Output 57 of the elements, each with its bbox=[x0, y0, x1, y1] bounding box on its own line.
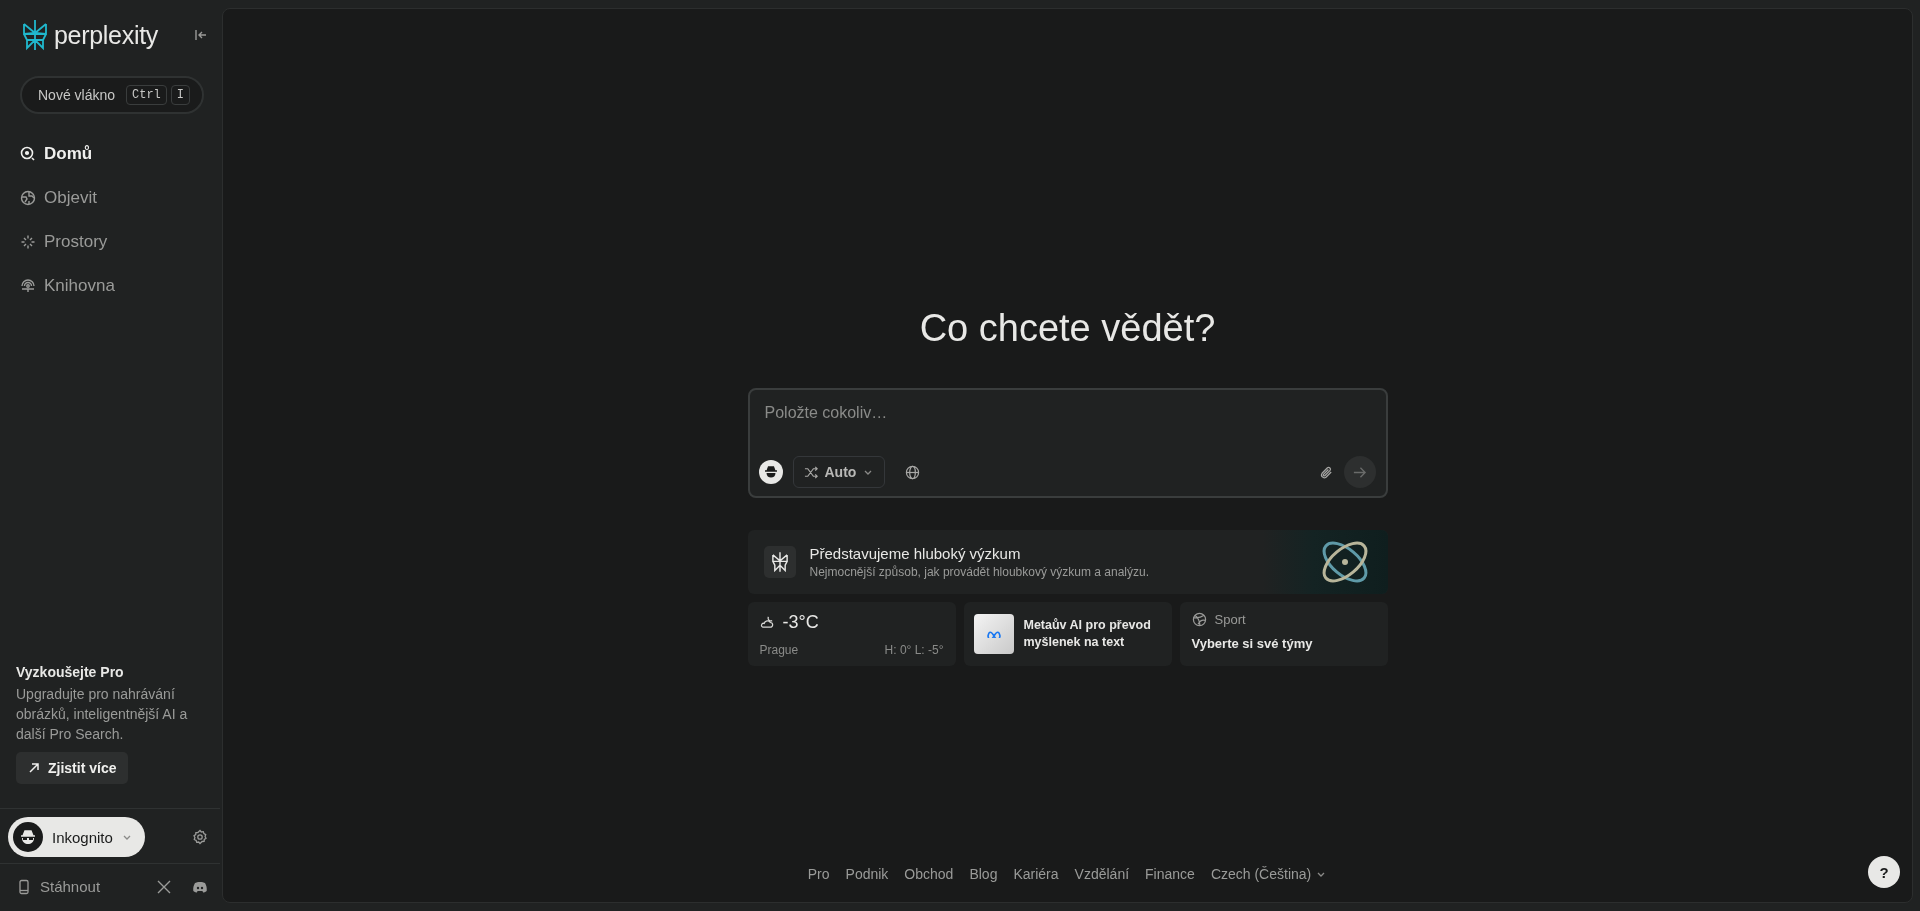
x-logo-icon[interactable] bbox=[156, 878, 172, 895]
news-title: Metaův AI pro převod myšlenek na text bbox=[1023, 617, 1152, 651]
incognito-icon[interactable] bbox=[758, 460, 783, 484]
nav-item[interactable]: Knihovna bbox=[0, 264, 220, 308]
profile-button[interactable]: Inkognito bbox=[8, 817, 145, 857]
keyboard-key: I bbox=[170, 85, 190, 105]
globe-icon[interactable] bbox=[905, 464, 921, 480]
sport-label: Sport bbox=[1214, 612, 1246, 627]
sport-title: Vyberte si své týmy bbox=[1191, 636, 1314, 651]
promo-title: Vyzkoušejte Pro bbox=[16, 664, 125, 680]
sparkle-icon bbox=[20, 234, 36, 250]
footer-link[interactable]: Blog bbox=[969, 866, 998, 882]
announcement-title: Představujeme hluboký výzkum bbox=[809, 545, 1022, 562]
search-icon bbox=[20, 146, 36, 162]
footer-link[interactable]: Obchod bbox=[904, 866, 954, 882]
ball-icon bbox=[1191, 612, 1207, 627]
mode-dropdown[interactable]: Auto bbox=[792, 456, 886, 488]
footer-link[interactable]: Vzdělání bbox=[1074, 866, 1130, 882]
keyboard-key: Ctrl bbox=[126, 85, 167, 105]
shuffle-icon bbox=[803, 464, 819, 480]
footer-link[interactable]: Pro bbox=[807, 866, 830, 882]
submit-button[interactable] bbox=[1343, 456, 1376, 488]
temperature-range: H: 0° L: -5° bbox=[884, 643, 944, 657]
page-heading: Co chcete vědět? bbox=[919, 307, 1216, 350]
logo-text: perplexity bbox=[54, 20, 158, 50]
logo-icon bbox=[20, 18, 50, 52]
help-button[interactable]: ? bbox=[1868, 856, 1900, 888]
footer-link[interactable]: Finance bbox=[1145, 866, 1195, 882]
language-selector[interactable]: Czech (Čeština) bbox=[1210, 866, 1328, 882]
nav-item[interactable]: Domů bbox=[0, 132, 220, 176]
weather-card[interactable]: -3°C Prague H: 0° L: -5° bbox=[747, 602, 956, 666]
footer-link[interactable]: Kariéra bbox=[1013, 866, 1059, 882]
temperature: -3°C bbox=[782, 612, 819, 633]
library-icon bbox=[20, 278, 36, 294]
nav-item[interactable]: Prostory bbox=[0, 220, 220, 264]
globe-icon bbox=[20, 190, 36, 206]
sport-card[interactable]: Sport Vyberte si své týmy bbox=[1179, 602, 1388, 666]
paperclip-icon[interactable] bbox=[1318, 464, 1334, 480]
learn-more-button[interactable]: Zjistit více bbox=[16, 752, 129, 784]
cloud-moon-icon bbox=[759, 615, 775, 630]
avatar-icon bbox=[12, 821, 44, 853]
announcement-subtitle: Nejmocnější způsob, jak provádět hloubkový výzkum a analýzu. bbox=[809, 565, 1150, 579]
announcement-card[interactable]: Představujeme hluboký výzkum Nejmocnější způsob, jak provádět hloubkový výzkum a analýzu. bbox=[747, 530, 1388, 594]
thumbnail-icon bbox=[973, 614, 1014, 654]
download-button[interactable]: Stáhnout bbox=[16, 878, 101, 895]
settings-icon[interactable] bbox=[192, 829, 208, 845]
news-card[interactable]: Metaův AI pro převod myšlenek na text bbox=[963, 602, 1172, 666]
nav-item[interactable]: Objevit bbox=[0, 176, 220, 220]
promo-text: Upgradujte pro nahrávání obrázků, inteligentnější AI a další Pro Search. bbox=[16, 685, 189, 744]
footer-link[interactable]: Podnik bbox=[845, 866, 889, 882]
new-thread-button[interactable]: Nové vlákno Ctrl I bbox=[20, 76, 204, 114]
arrow-icon bbox=[28, 762, 40, 774]
logo-icon bbox=[763, 546, 796, 578]
city-name: Prague bbox=[759, 643, 799, 657]
collapse-icon[interactable] bbox=[194, 28, 208, 42]
phone-icon bbox=[16, 878, 32, 895]
search-field[interactable]: Položte cokoliv… Auto bbox=[747, 388, 1388, 498]
